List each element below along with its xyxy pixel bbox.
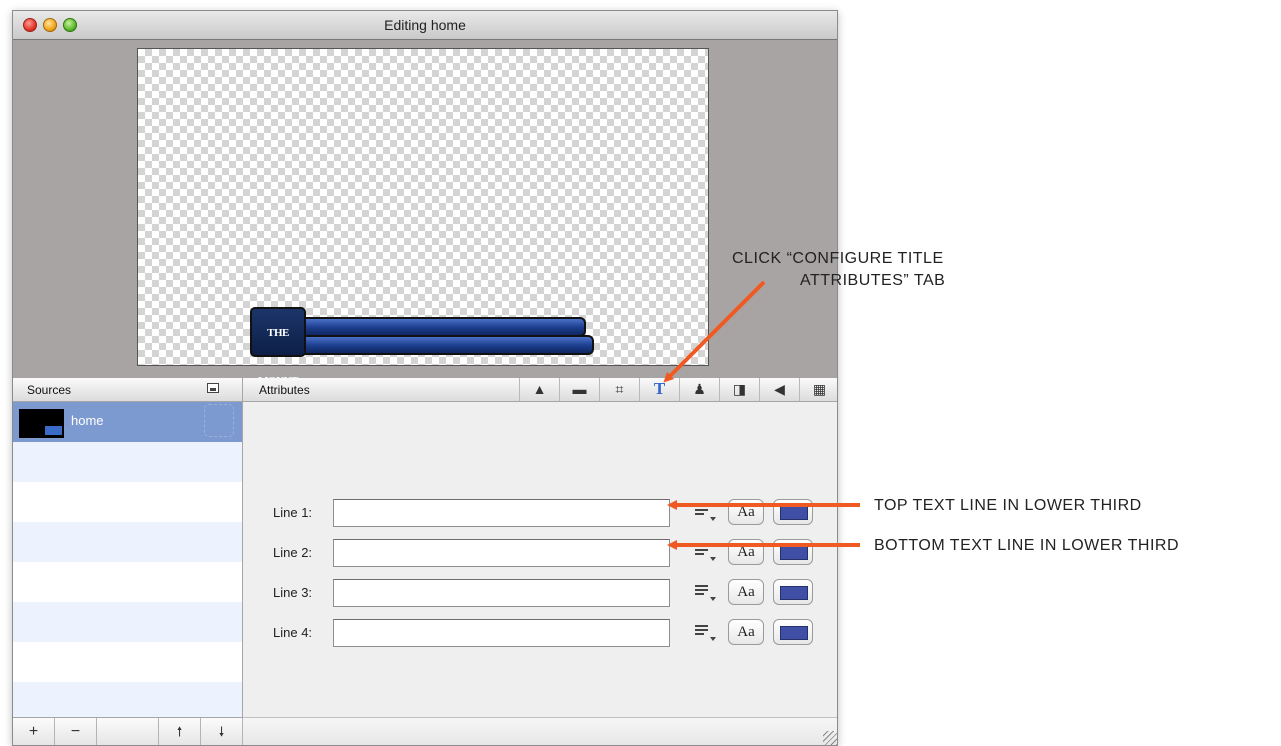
- top-line-callout: TOP TEXT LINE IN LOWER THIRD: [874, 497, 1142, 514]
- bottom-line-callout: BOTTOM TEXT LINE IN LOWER THIRD: [874, 537, 1180, 554]
- annotation-arrows: [663, 280, 860, 550]
- arrow-to-title-tab: [663, 280, 766, 383]
- configure-callout-line-2: ATTRIBUTES” TAB: [800, 272, 946, 289]
- configure-callout-line-1: CLICK “CONFIGURE TITLE: [732, 250, 944, 267]
